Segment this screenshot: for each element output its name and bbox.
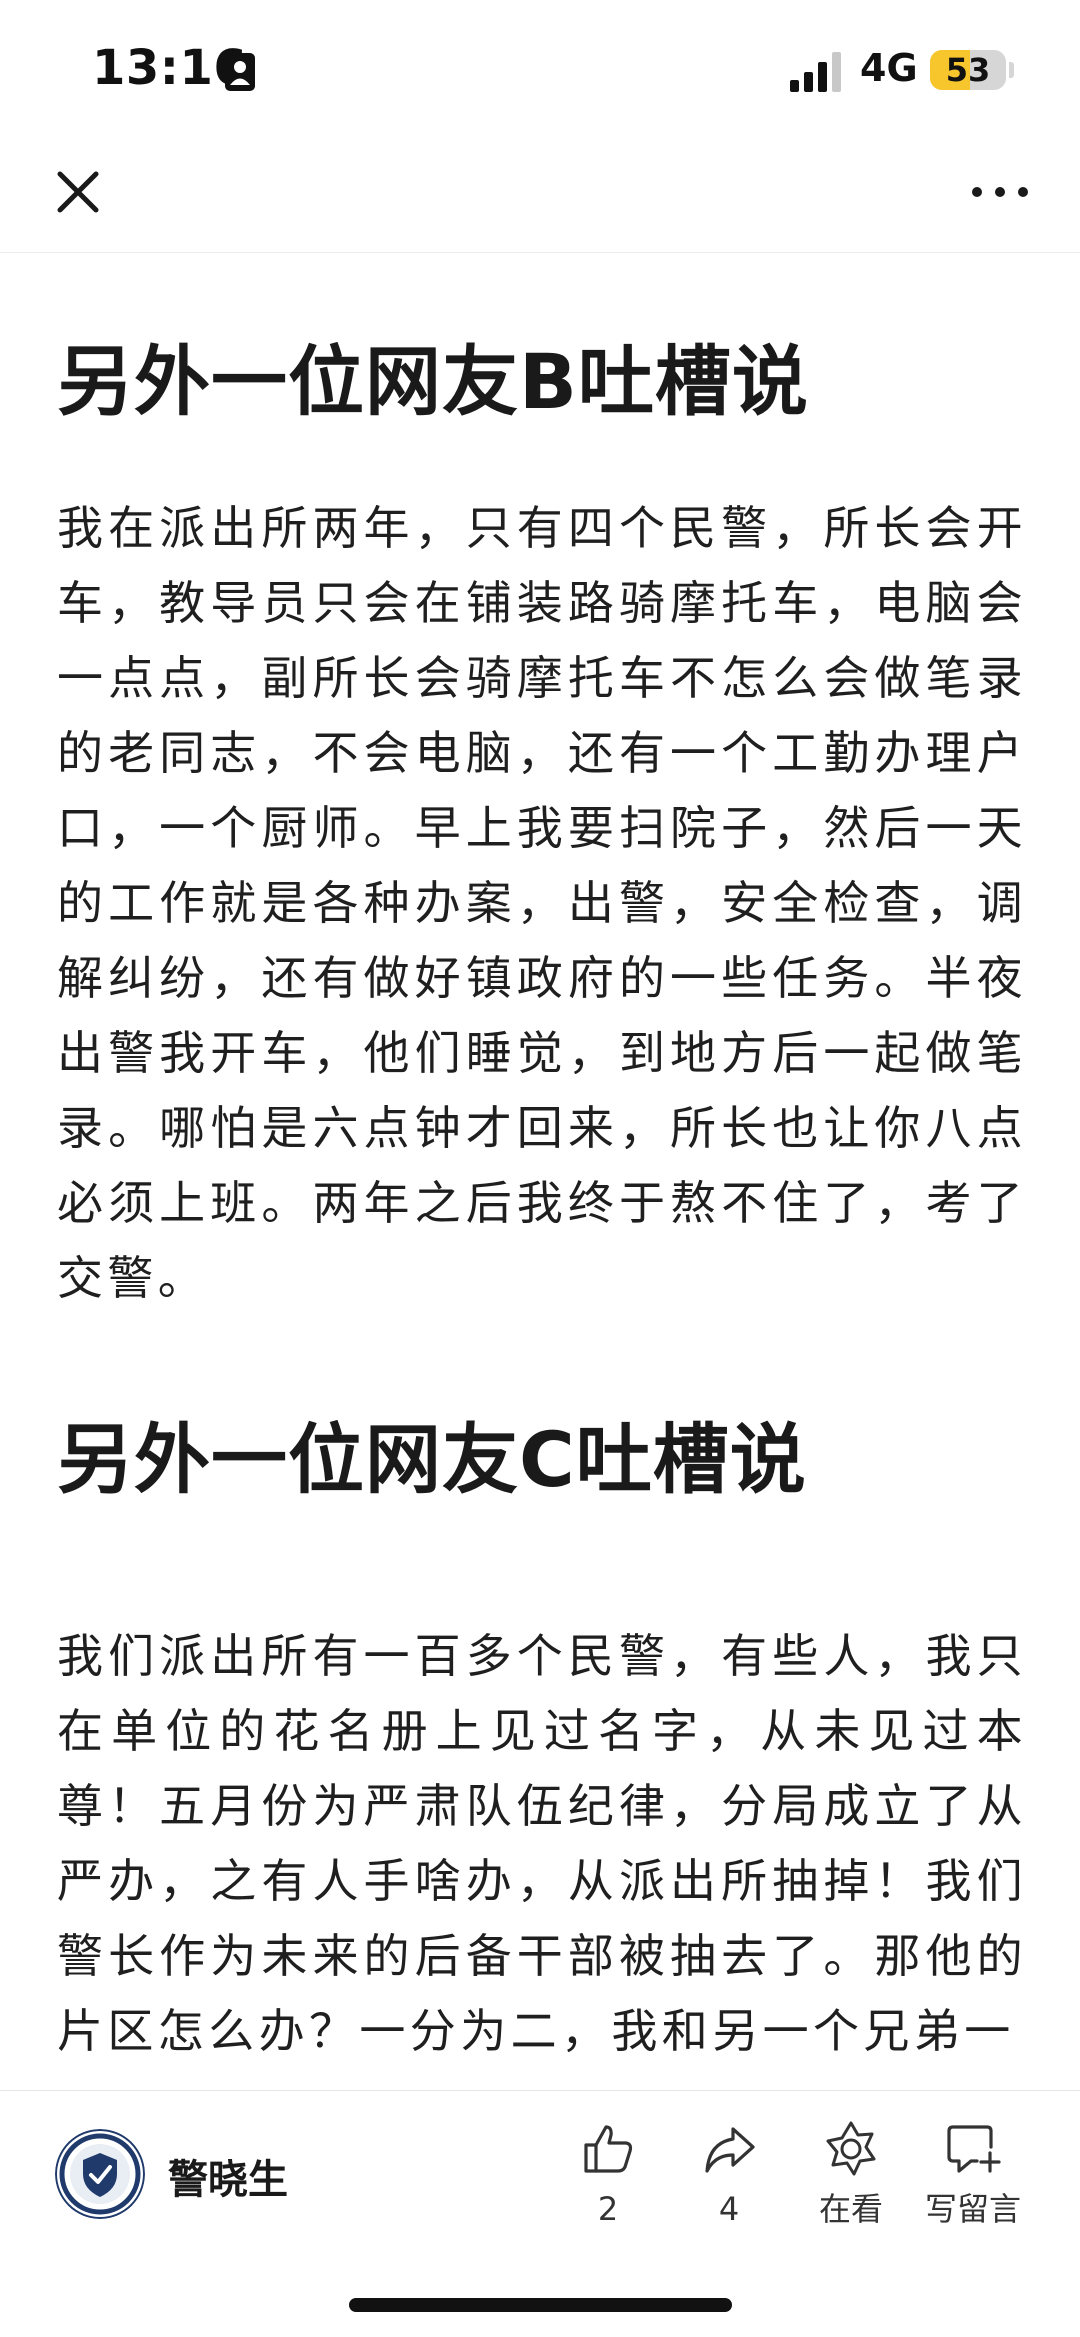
battery-percent: 53 xyxy=(945,51,991,89)
more-icon[interactable] xyxy=(962,154,1038,230)
author-name[interactable]: 警晓生 xyxy=(168,2147,288,2205)
id-card-icon xyxy=(225,53,255,91)
comment-button[interactable]: 写留言 xyxy=(913,2119,1033,2239)
screen: 13:16 4G 53 另外一位网友B吐槽说 我在派出所两年，只有四个民警，所长… xyxy=(0,0,1080,2337)
section-heading: 另外一位网友C吐槽说 xyxy=(57,1415,807,1504)
section-paragraph: 我们派出所有一百多个民警，有些人，我只在单位的花名册上见过名字，从未见过本尊！五… xyxy=(57,1629,1027,2058)
comment-label: 写留言 xyxy=(924,2190,1021,2228)
thumbs-up-icon xyxy=(584,2125,633,2173)
like-count: 2 xyxy=(597,2190,619,2228)
article-content: 另外一位网友B吐槽说 我在派出所两年，只有四个民警，所长会开车，教导员只会在铺装… xyxy=(57,252,1027,2090)
close-icon[interactable] xyxy=(40,154,116,230)
comment-add-icon xyxy=(947,2125,1001,2173)
nav-bar xyxy=(0,130,1080,253)
share-count: 4 xyxy=(718,2190,740,2228)
signal-icon xyxy=(790,52,841,92)
wow-button[interactable]: 在看 xyxy=(791,2119,911,2239)
like-button[interactable]: 2 xyxy=(548,2119,668,2239)
home-indicator[interactable] xyxy=(349,2298,732,2312)
author-avatar[interactable] xyxy=(55,2129,145,2219)
share-icon xyxy=(705,2127,755,2173)
share-button[interactable]: 4 xyxy=(669,2119,789,2239)
section-paragraph: 我在派出所两年，只有四个民警，所长会开车，教导员只会在铺装路骑摩托车，电脑会一点… xyxy=(57,501,1027,1305)
wow-flower-icon xyxy=(826,2121,876,2176)
wow-label: 在看 xyxy=(818,2190,883,2228)
battery-icon: 53 xyxy=(930,50,1006,90)
status-bar: 13:16 4G 53 xyxy=(0,0,1080,130)
section-heading: 另外一位网友B吐槽说 xyxy=(57,337,809,426)
battery-tip xyxy=(1009,62,1014,78)
network-type: 4G xyxy=(860,46,918,90)
